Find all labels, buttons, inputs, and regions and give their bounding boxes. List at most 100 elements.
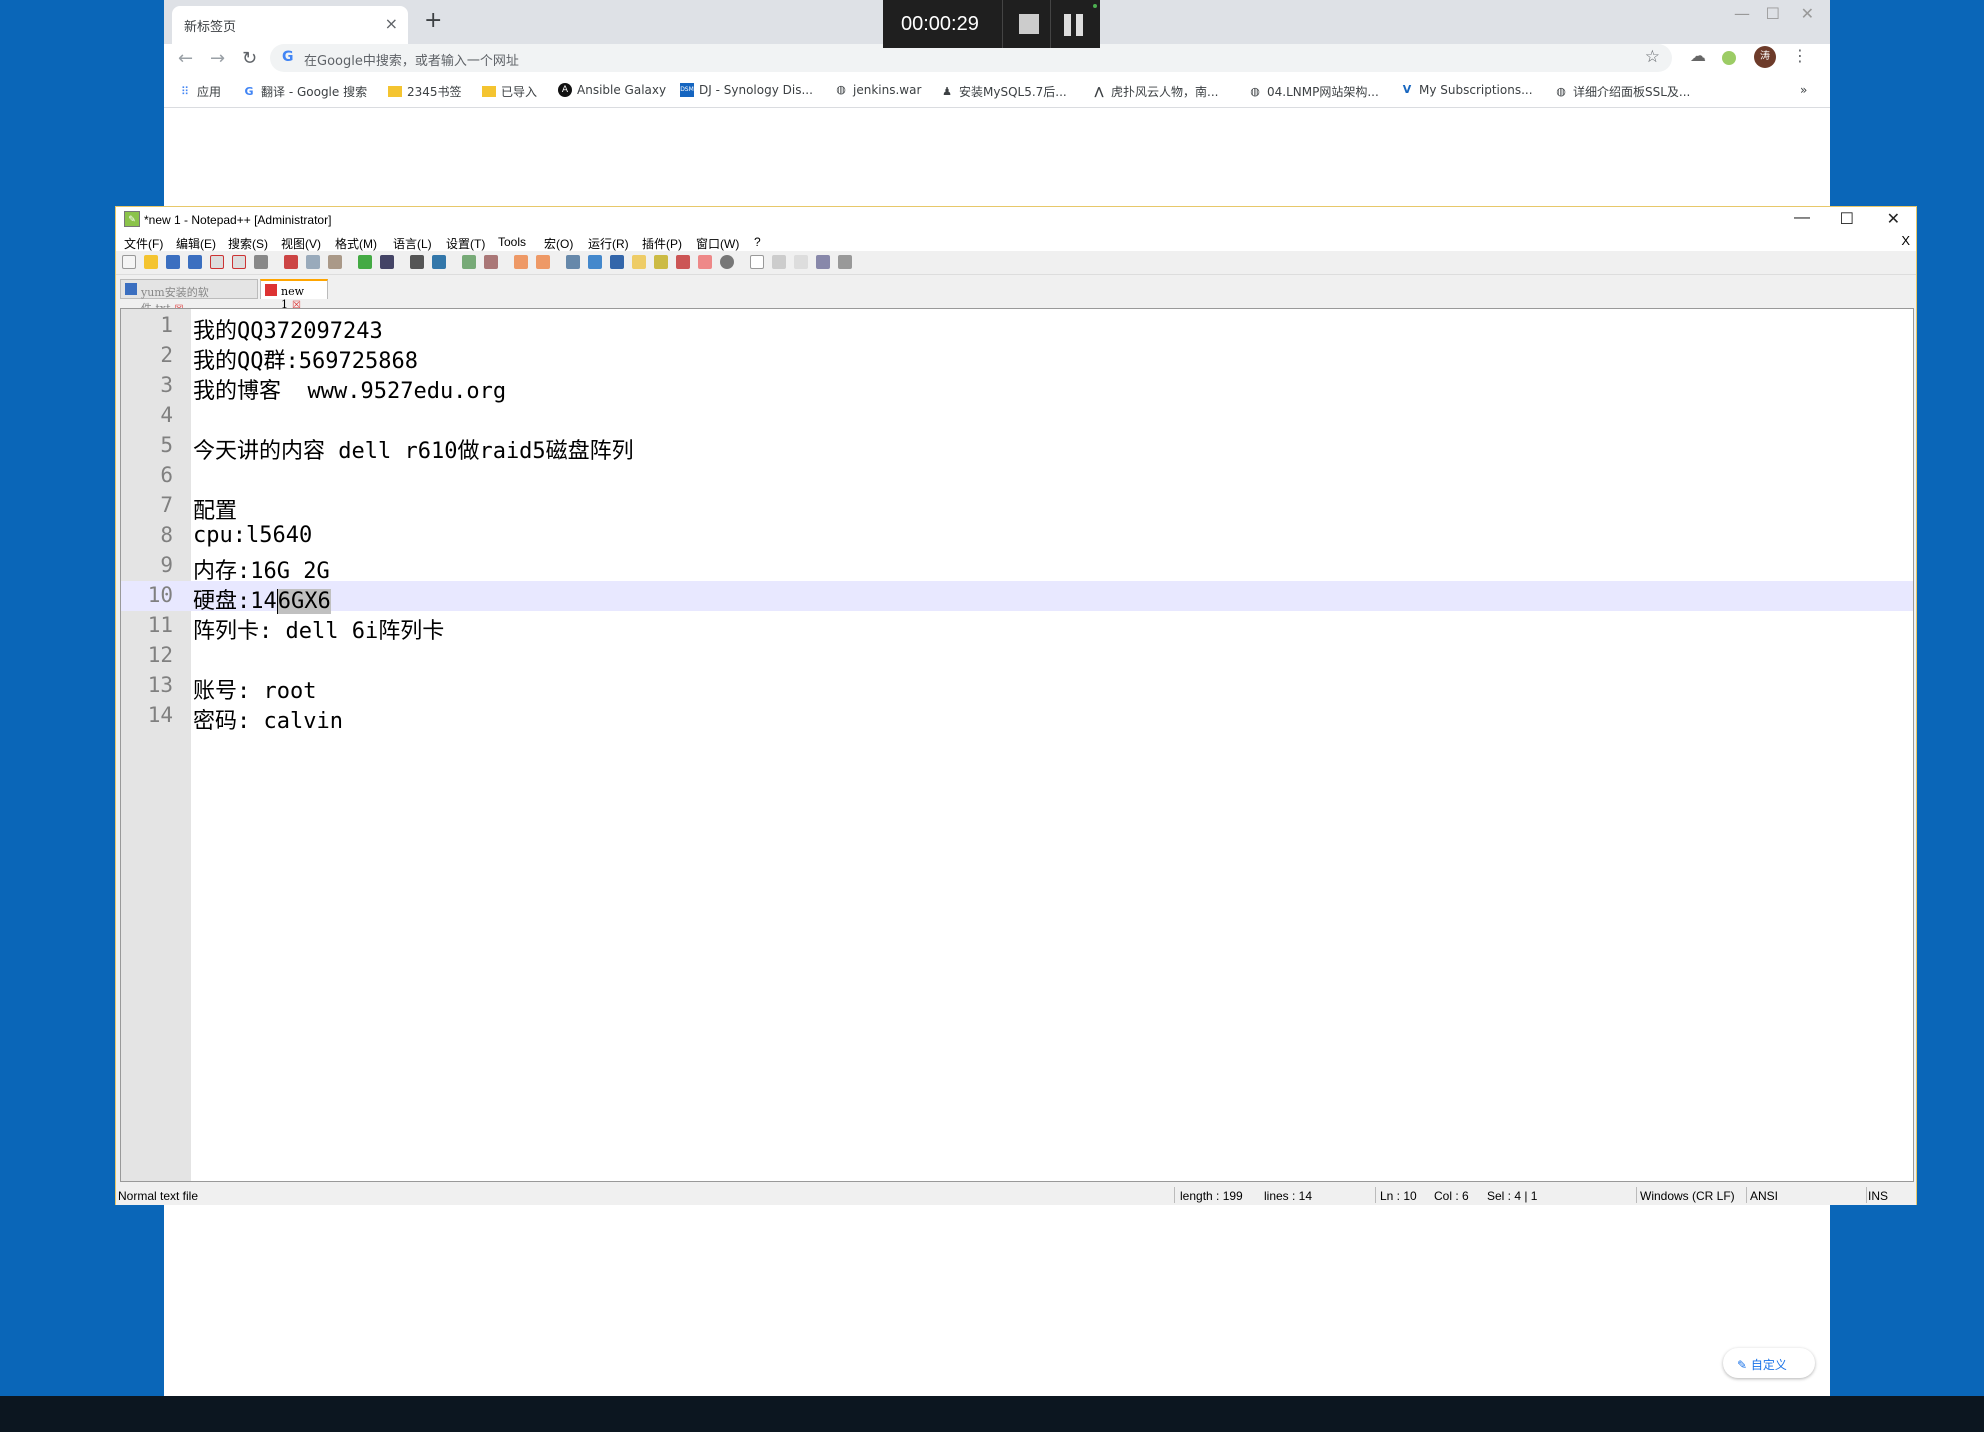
bookmark-item[interactable]: ◍ 详细介绍面板SSL及... — [1554, 83, 1690, 100]
menu-kebab-icon[interactable]: ⋮ — [1792, 46, 1808, 65]
back-icon[interactable]: ← — [178, 48, 193, 69]
reload-icon[interactable]: ↻ — [242, 48, 257, 69]
status-insert-mode[interactable]: INS — [1868, 1189, 1888, 1203]
editor-line[interactable]: 8 cpu:l5640 — [121, 521, 1913, 551]
replace-icon[interactable] — [432, 255, 446, 269]
chrome-tab[interactable]: 新标签页 × — [172, 6, 408, 44]
editor-line[interactable]: 5 今天讲的内容 dell r610做raid5磁盘阵列 — [121, 431, 1913, 464]
editor-line[interactable]: 6 — [121, 461, 1913, 491]
sync-horizontal-icon[interactable] — [536, 255, 550, 269]
save-all-icon[interactable] — [188, 255, 202, 269]
record-macro-icon[interactable] — [750, 255, 764, 269]
folder-workspace-icon[interactable] — [698, 255, 712, 269]
minimize-icon[interactable]: — — [1734, 4, 1750, 23]
zoom-in-icon[interactable] — [462, 255, 476, 269]
zoom-out-icon[interactable] — [484, 255, 498, 269]
editor-line[interactable]: 11 阵列卡: dell 6i阵列卡 — [121, 611, 1913, 644]
menu-search[interactable]: 搜索(S) — [228, 235, 268, 252]
editor-line[interactable]: 9 内存:16G 2G — [121, 551, 1913, 584]
print-icon[interactable] — [254, 255, 268, 269]
menu-plugins[interactable]: 插件(P) — [642, 235, 682, 252]
maximize-icon[interactable]: ☐ — [1766, 4, 1780, 23]
menu-settings[interactable]: 设置(T) — [446, 235, 485, 252]
editor-line[interactable]: 1 我的QQ372097243 — [121, 311, 1913, 344]
status-encoding[interactable]: ANSI — [1750, 1189, 1778, 1203]
bookmark-item[interactable]: ⋀ 虎扑风云人物，南... — [1092, 83, 1218, 100]
doc-map-icon[interactable] — [654, 255, 668, 269]
find-icon[interactable] — [410, 255, 424, 269]
editor-line[interactable]: 3 我的博客 www.9527edu.org — [121, 371, 1913, 404]
status-eol[interactable]: Windows (CR LF) — [1640, 1189, 1735, 1203]
forward-icon[interactable]: → — [210, 48, 225, 69]
editor-line[interactable]: 2 我的QQ群:569725868 — [121, 341, 1913, 374]
omnibox[interactable]: G 在Google中搜索，或者输入一个网址 ☆ — [270, 44, 1672, 72]
copy-icon[interactable] — [306, 255, 320, 269]
run-macro-multiple-icon[interactable] — [816, 255, 830, 269]
menu-language[interactable]: 语言(L) — [393, 235, 432, 252]
play-macro-icon[interactable] — [794, 255, 808, 269]
pause-recording-icon[interactable] — [1064, 14, 1086, 36]
show-all-chars-icon[interactable] — [588, 255, 602, 269]
paste-icon[interactable] — [328, 255, 342, 269]
menu-window[interactable]: 窗口(W) — [696, 235, 739, 252]
menu-macro[interactable]: 宏(O) — [544, 235, 573, 252]
save-macro-icon[interactable] — [838, 255, 852, 269]
stop-macro-icon[interactable] — [772, 255, 786, 269]
menu-help[interactable]: ? — [754, 235, 761, 249]
bookmark-item[interactable]: G 翻译 - Google 搜索 — [242, 83, 367, 100]
editor-line[interactable]: 10 硬盘:146GX6 — [121, 581, 1913, 614]
tab-yum-software[interactable]: yum安装的软件.txt☒ — [120, 279, 258, 315]
bookmark-item[interactable]: ◍ 04.LNMP网站架构... — [1248, 83, 1379, 100]
extension-cloud-icon[interactable]: ☁ — [1690, 46, 1706, 65]
menu-run[interactable]: 运行(R) — [588, 235, 629, 252]
cut-icon[interactable] — [284, 255, 298, 269]
text-editor[interactable]: 1 我的QQ372097243 2 我的QQ群:569725868 3 我的博客 www.… — [120, 308, 1914, 1182]
menu-edit[interactable]: 编辑(E) — [176, 235, 216, 252]
bookmark-item[interactable]: 已导入 — [482, 83, 537, 100]
minimize-icon[interactable]: — — [1794, 209, 1810, 227]
tab-new-1[interactable]: new 1 ☒ — [260, 279, 328, 311]
more-bookmarks-button[interactable]: » — [1800, 83, 1807, 97]
npp-window-title: *new 1 - Notepad++ [Administrator] — [144, 213, 332, 227]
word-wrap-icon[interactable] — [566, 255, 580, 269]
bookmark-item[interactable]: ◍ jenkins.war — [834, 83, 921, 97]
editor-line[interactable]: 7 配置 — [121, 491, 1913, 524]
new-file-icon[interactable] — [122, 255, 136, 269]
bookmark-item[interactable]: ♟ 安装MySQL5.7后... — [940, 83, 1067, 100]
menu-format[interactable]: 格式(M) — [335, 235, 377, 252]
redo-icon[interactable] — [380, 255, 394, 269]
close-tab-icon[interactable]: × — [385, 14, 398, 33]
menu-view[interactable]: 视图(V) — [281, 235, 321, 252]
customize-button[interactable]: ✎ 自定义 — [1723, 1348, 1815, 1378]
indent-guide-icon[interactable] — [610, 255, 624, 269]
open-file-icon[interactable] — [144, 255, 158, 269]
menu-file[interactable]: 文件(F) — [124, 235, 163, 252]
sync-vertical-icon[interactable] — [514, 255, 528, 269]
profile-avatar[interactable]: 涛 — [1754, 46, 1776, 68]
menu-tools[interactable]: Tools — [498, 235, 526, 249]
bookmark-item[interactable]: V My Subscriptions... — [1400, 83, 1533, 97]
undo-icon[interactable] — [358, 255, 372, 269]
editor-line[interactable]: 14 密码: calvin — [121, 701, 1913, 734]
editor-line[interactable]: 12 — [121, 641, 1913, 671]
udl-icon[interactable] — [632, 255, 646, 269]
bookmark-star-icon[interactable]: ☆ — [1645, 47, 1660, 67]
stop-recording-icon[interactable] — [1019, 14, 1039, 34]
bookmark-item[interactable]: 2345书签 — [388, 83, 462, 100]
bookmark-item[interactable]: DSM DJ - Synology Dis... — [680, 83, 813, 97]
new-tab-icon[interactable]: + — [424, 8, 442, 33]
bookmark-item[interactable]: ⠿ 应用 — [178, 83, 221, 100]
close-icon[interactable]: ✕ — [1801, 4, 1814, 23]
bookmark-item[interactable]: A Ansible Galaxy — [558, 83, 666, 97]
editor-line[interactable]: 4 — [121, 401, 1913, 431]
close-icon[interactable]: ✕ — [1887, 209, 1900, 229]
close-document-icon[interactable]: X — [1901, 233, 1910, 248]
function-list-icon[interactable] — [676, 255, 690, 269]
save-icon[interactable] — [166, 255, 180, 269]
editor-line[interactable]: 13 账号: root — [121, 671, 1913, 704]
extension-green-icon[interactable] — [1722, 51, 1736, 65]
monitoring-icon[interactable] — [720, 255, 734, 269]
close-all-icon[interactable] — [232, 255, 246, 269]
close-file-icon[interactable] — [210, 255, 224, 269]
maximize-icon[interactable]: ☐ — [1840, 209, 1854, 229]
